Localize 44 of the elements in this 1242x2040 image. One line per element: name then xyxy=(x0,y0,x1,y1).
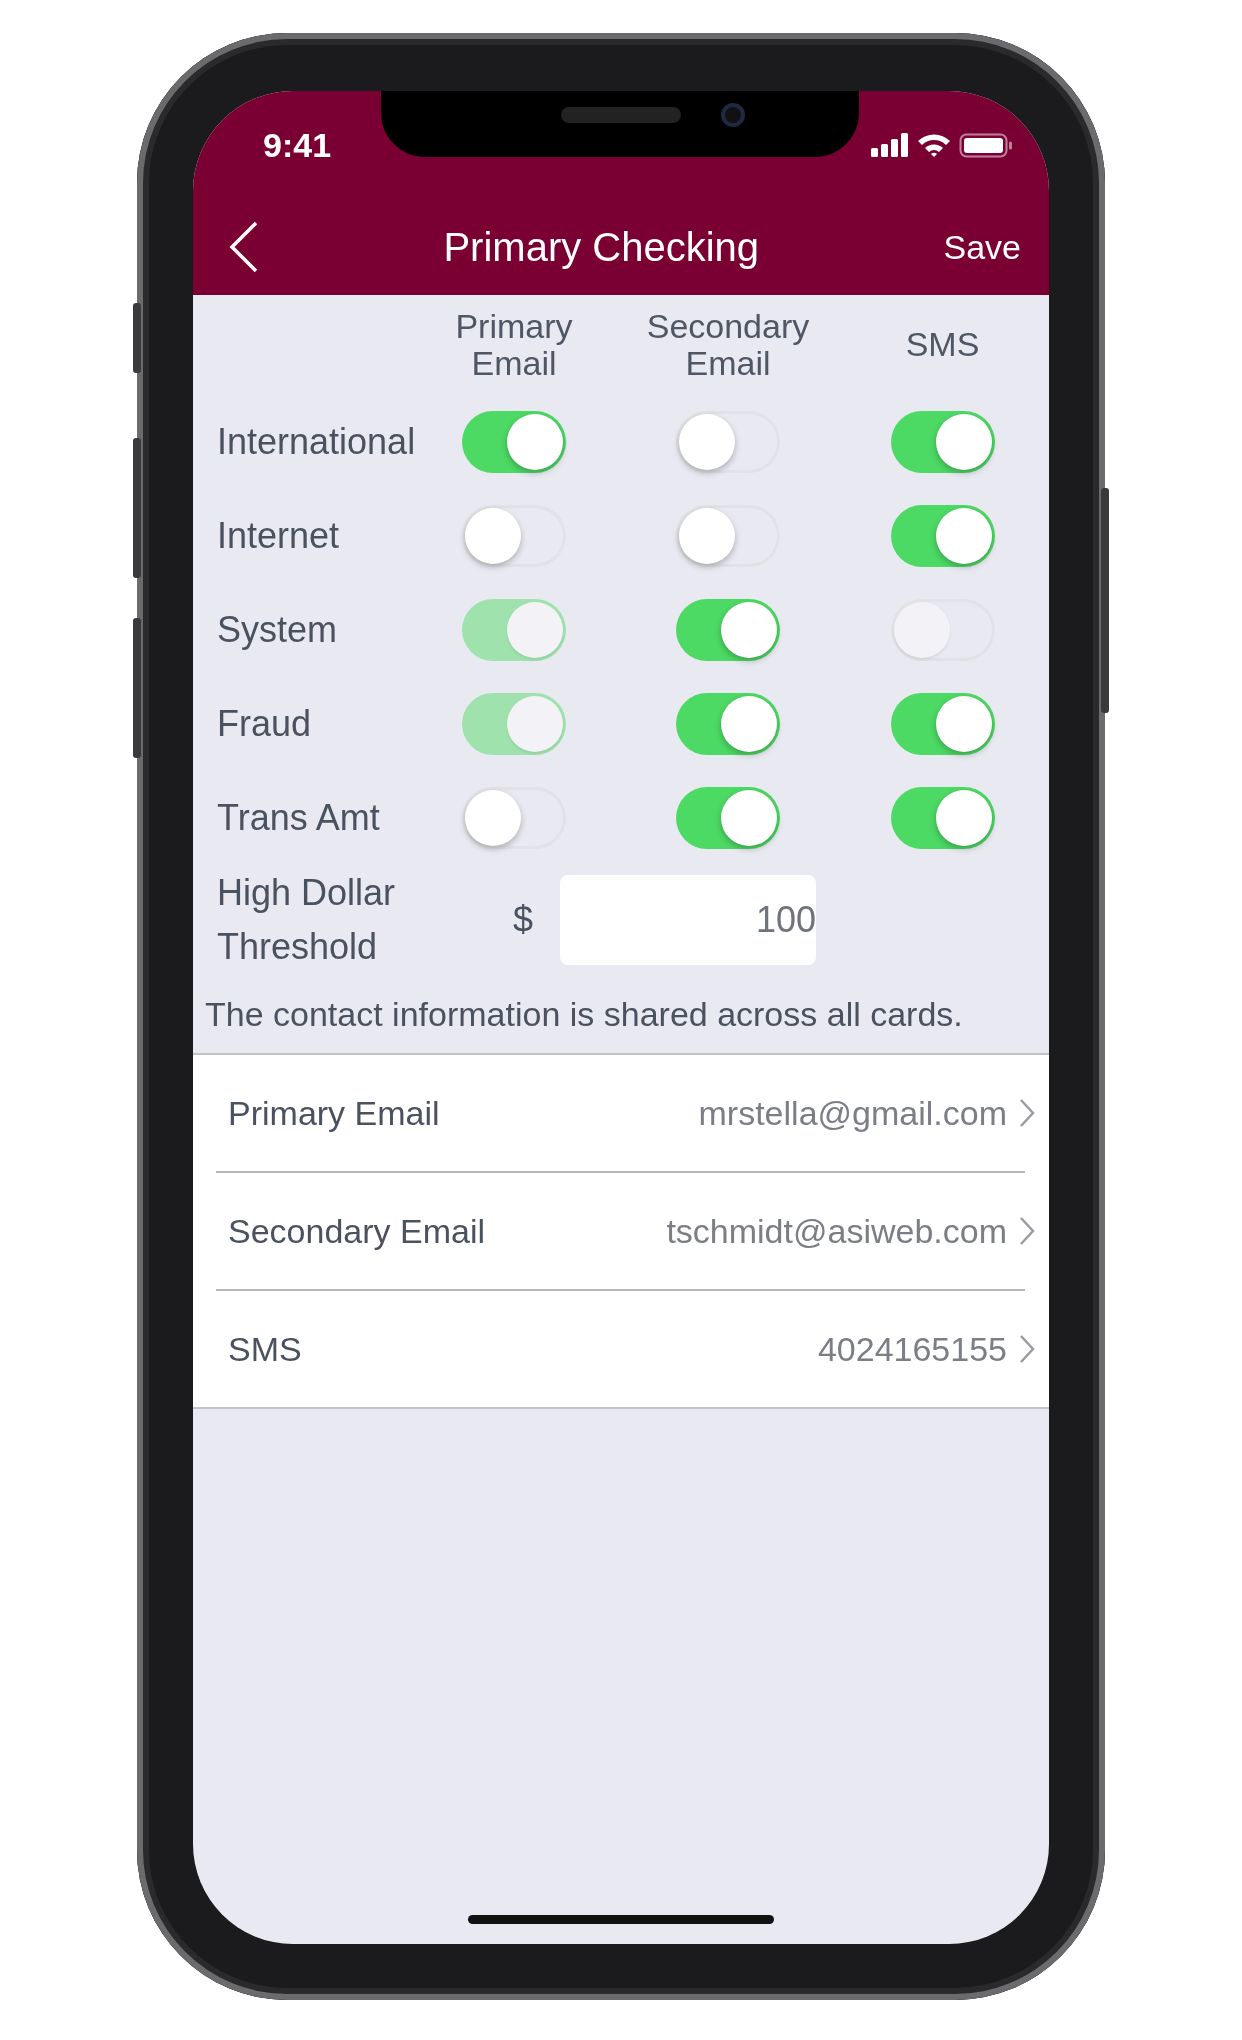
contact-label: SMS xyxy=(228,1328,302,1370)
toggle-switch[interactable] xyxy=(462,505,566,567)
toggle-switch[interactable] xyxy=(676,787,780,849)
contact-value: 4024165155 xyxy=(817,1328,1007,1370)
contact-row[interactable]: Primary Email mrstella@gmail.com xyxy=(193,1055,1049,1171)
toggle-switch[interactable] xyxy=(676,693,780,755)
alert-label: Trans Amt xyxy=(217,796,380,840)
toggle-switch[interactable] xyxy=(890,693,995,755)
signal-icon xyxy=(871,133,909,157)
battery-icon xyxy=(959,132,1013,158)
currency-symbol: $ xyxy=(513,898,535,942)
info-note: The contact information is shared across all cards. xyxy=(205,993,963,1035)
alert-label: System xyxy=(217,608,338,652)
contact-label: Primary Email xyxy=(228,1092,440,1134)
alert-label: Internet xyxy=(217,514,340,558)
chevron-icon xyxy=(1019,1098,1035,1128)
status-time: 9:41 xyxy=(263,124,332,166)
toggle-switch[interactable] xyxy=(462,787,566,849)
alert-label: Fraud xyxy=(217,702,312,746)
toggle-switch[interactable] xyxy=(890,505,995,567)
toggle-switch[interactable] xyxy=(890,411,995,473)
toggle-switch[interactable] xyxy=(676,505,780,567)
camera-lens xyxy=(721,103,745,127)
threshold-field[interactable]: 100 xyxy=(560,875,816,965)
contact-row[interactable]: SMS 4024165155 xyxy=(193,1291,1049,1407)
chevron-icon xyxy=(1019,1216,1035,1246)
contact-label: Secondary Email xyxy=(228,1210,485,1252)
contact-value: mrstella@gmail.com xyxy=(698,1092,1007,1134)
toggle-switch[interactable] xyxy=(676,411,780,473)
screen-title: Primary Checking xyxy=(443,224,760,271)
threshold-label: High Dollar Threshold xyxy=(217,871,397,969)
save-button[interactable]: Save xyxy=(943,221,1021,273)
contact-value: tschmidt@asiweb.com xyxy=(666,1210,1007,1252)
column-header: Secondary Email xyxy=(646,307,810,383)
column-header: Primary Email xyxy=(455,307,573,383)
wifi-icon xyxy=(917,132,951,158)
chevron-icon xyxy=(1019,1334,1035,1364)
toggle-switch[interactable] xyxy=(890,787,995,849)
alert-label: International xyxy=(217,420,416,464)
column-header: SMS xyxy=(905,326,980,364)
toggle-switch[interactable] xyxy=(462,411,566,473)
contact-row[interactable]: Secondary Email tschmidt@asiweb.com xyxy=(193,1173,1049,1289)
back-button[interactable] xyxy=(229,221,259,273)
toggle-switch[interactable] xyxy=(676,599,780,661)
